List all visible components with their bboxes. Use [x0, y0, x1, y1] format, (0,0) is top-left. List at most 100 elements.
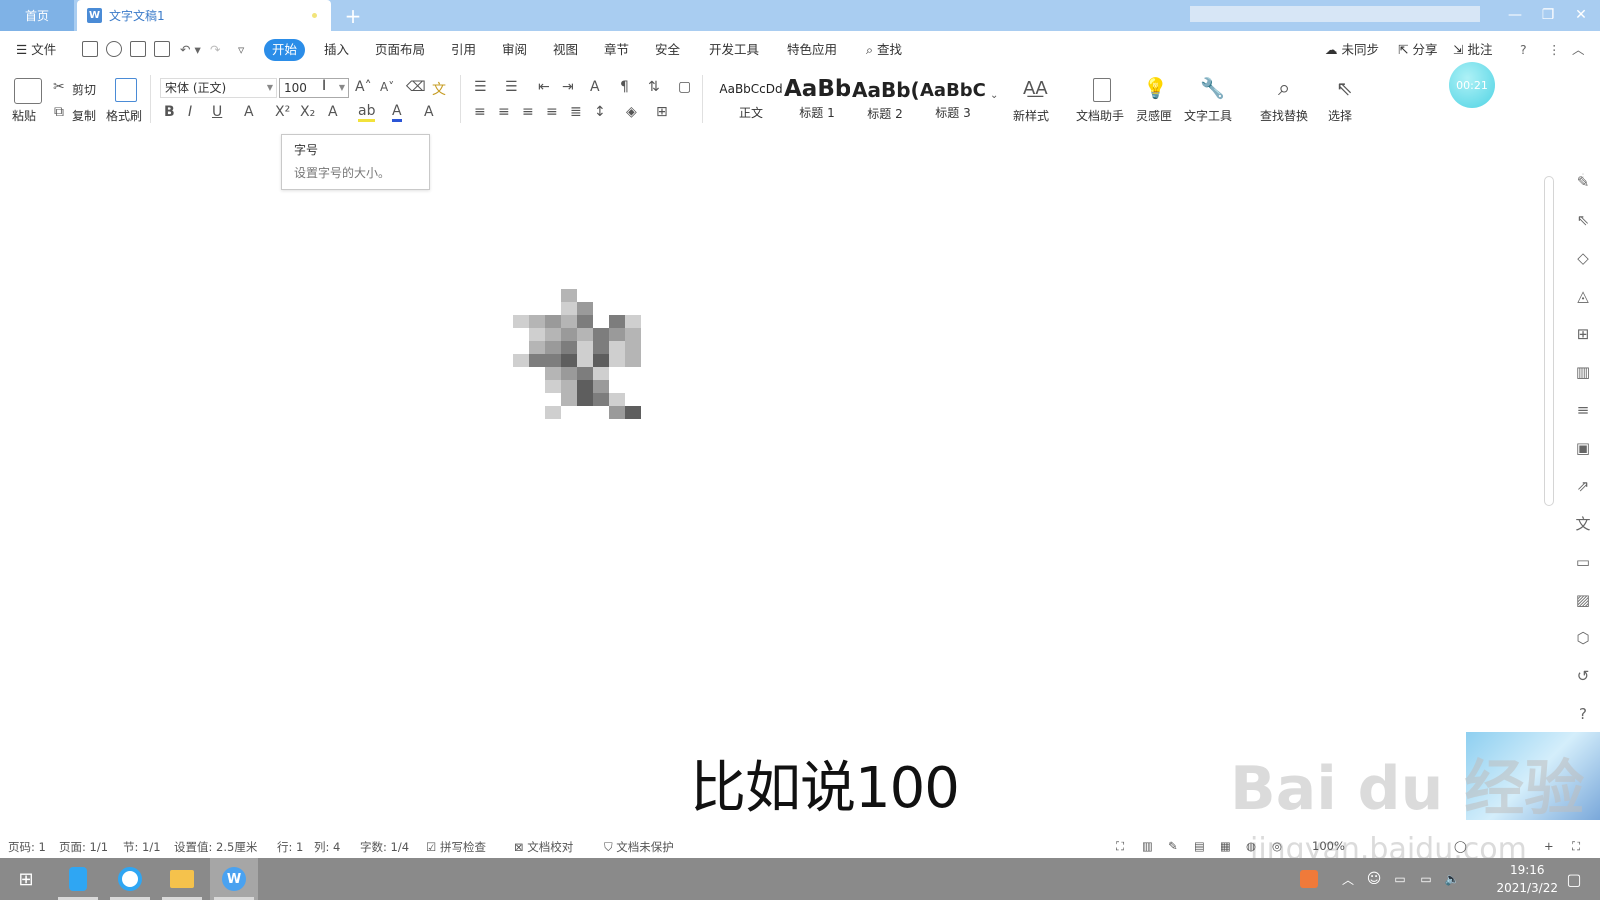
more-icon[interactable]: ⋮	[1548, 39, 1561, 61]
sort-icon[interactable]: ⇅	[648, 79, 660, 95]
outline-view-icon[interactable]: ▦	[1220, 839, 1231, 853]
text-effect-icon[interactable]: A	[328, 104, 338, 120]
zoom-in-icon[interactable]: +	[1544, 839, 1554, 853]
status-pages[interactable]: 页面: 1/1	[59, 839, 108, 855]
doc-check-button[interactable]: ⊠ 文档校对	[514, 839, 573, 855]
numbered-list-icon[interactable]: ☰	[505, 79, 518, 95]
border-icon[interactable]: ▢	[678, 79, 691, 95]
increase-indent-icon[interactable]: ⇥	[562, 79, 574, 95]
file-menu[interactable]: ☰ 文件	[16, 39, 56, 61]
border-menu-icon[interactable]: ⊞	[656, 104, 668, 120]
format-painter-button[interactable]: 格式刷	[106, 107, 142, 124]
shading-icon[interactable]: ◈	[626, 104, 637, 120]
align-right-icon[interactable]: ≡	[522, 104, 534, 120]
paste-label[interactable]: 粘贴	[12, 107, 36, 124]
zoom-level[interactable]: 100%	[1312, 839, 1345, 853]
pen-icon[interactable]: ✎	[1573, 172, 1593, 192]
tab-references[interactable]: 引用	[451, 39, 476, 61]
comment-button[interactable]: ⇲ 批注	[1453, 39, 1492, 61]
battery-icon[interactable]: ▭	[1388, 858, 1412, 900]
export-icon[interactable]: ⇗	[1573, 476, 1593, 496]
help-circle-icon[interactable]: ?	[1573, 704, 1593, 724]
browser-app-icon[interactable]	[106, 858, 154, 900]
eraser-icon[interactable]: ⌫	[406, 79, 426, 95]
volume-icon[interactable]: 🔈	[1440, 858, 1464, 900]
shapes-icon[interactable]: ◇	[1573, 248, 1593, 268]
strikethrough-icon[interactable]: A	[244, 104, 254, 120]
restore-button[interactable]: ❐	[1533, 4, 1563, 26]
print-preview-icon[interactable]	[154, 41, 170, 57]
shrink-font-icon[interactable]: A˅	[380, 80, 394, 94]
tab-developer[interactable]: 开发工具	[709, 39, 759, 61]
bold-icon[interactable]: B	[164, 104, 175, 120]
show-marks-icon[interactable]: ¶	[620, 79, 629, 95]
fit-page-icon[interactable]: ⛶	[1572, 839, 1580, 854]
zoom-slider-knob[interactable]: ◯	[1454, 839, 1467, 853]
input-method-icon[interactable]	[1294, 858, 1324, 900]
export-pdf-icon[interactable]	[106, 41, 122, 57]
justify-icon[interactable]: ≡	[546, 104, 558, 120]
grid-icon[interactable]: ⊞	[1573, 324, 1593, 344]
tray-expand-icon[interactable]: ︿	[1336, 858, 1360, 900]
tab-page-layout[interactable]: 页面布局	[375, 39, 425, 61]
eye-protect-icon[interactable]: ◎	[1272, 839, 1282, 853]
tab-security[interactable]: 安全	[655, 39, 680, 61]
share-button[interactable]: ⇱ 分享	[1398, 39, 1437, 61]
tab-chapter[interactable]: 章节	[604, 39, 629, 61]
vertical-scrollbar[interactable]	[1544, 176, 1554, 506]
style-heading-2[interactable]: AaBb( 标题 2	[852, 76, 918, 124]
line-spacing-icon[interactable]: ↕	[594, 104, 606, 120]
fullscreen-icon[interactable]: ⛶	[1116, 839, 1124, 854]
status-word-count[interactable]: 字数: 1/4	[360, 839, 409, 855]
bullet-list-icon[interactable]: ☰	[474, 79, 487, 95]
image-icon[interactable]: ▣	[1573, 438, 1593, 458]
quick-access-more[interactable]: ▿	[238, 39, 244, 61]
network-icon[interactable]: ▭	[1414, 858, 1438, 900]
archive-icon[interactable]: ▭	[1573, 552, 1593, 572]
collapse-ribbon-icon[interactable]: ︿	[1572, 39, 1585, 61]
tab-view[interactable]: 视图	[553, 39, 578, 61]
close-button[interactable]: ✕	[1566, 4, 1596, 26]
timer-badge[interactable]: 00:21	[1449, 62, 1495, 108]
new-style-button[interactable]: 新样式	[1013, 107, 1049, 124]
backup-icon[interactable]: ⬡	[1573, 628, 1593, 648]
tab-review[interactable]: 审阅	[502, 39, 527, 61]
styles-more-icon[interactable]: ⌄	[990, 90, 998, 101]
chinese-layout-icon[interactable]: A	[590, 79, 600, 95]
tab-start[interactable]: 开始	[264, 39, 306, 61]
text-tools-button[interactable]: 文字工具	[1184, 107, 1232, 124]
cut-button[interactable]: 剪切	[72, 81, 96, 98]
style-normal[interactable]: AaBbCcDd 正文	[718, 76, 784, 124]
tab-document[interactable]: W 文字文稿1	[77, 0, 331, 31]
picture-icon[interactable]: ▨	[1573, 590, 1593, 610]
redo-button[interactable]: ↷	[210, 39, 220, 61]
status-section[interactable]: 节: 1/1	[123, 839, 161, 855]
notification-icon[interactable]: ▢	[1554, 858, 1594, 900]
copy-button[interactable]: 复制	[72, 107, 96, 124]
doc-assistant-button[interactable]: 文档助手	[1076, 107, 1124, 124]
page-view-icon[interactable]: ▤	[1194, 839, 1205, 853]
subscript-icon[interactable]: X₂	[300, 104, 315, 120]
save-icon[interactable]	[82, 41, 98, 57]
write-mode-icon[interactable]: ✎	[1168, 839, 1178, 853]
layers-icon[interactable]: ◬	[1573, 286, 1593, 306]
read-mode-icon[interactable]: ▥	[1142, 839, 1153, 853]
bar-chart-icon[interactable]: ▥	[1573, 362, 1593, 382]
print-icon[interactable]	[130, 41, 146, 57]
file-explorer-icon[interactable]	[158, 858, 206, 900]
superscript-icon[interactable]: X²	[275, 104, 290, 120]
underline-icon[interactable]: U	[212, 104, 222, 120]
translate-icon[interactable]: 文	[1573, 514, 1593, 534]
sync-button[interactable]: ☁ 未同步	[1325, 39, 1379, 61]
system-clock[interactable]: 19:16 2021/3/22	[1496, 861, 1558, 897]
italic-icon[interactable]: I	[188, 104, 192, 120]
decrease-indent-icon[interactable]: ⇤	[538, 79, 550, 95]
align-left-icon[interactable]: ≡	[474, 104, 486, 120]
status-page-number[interactable]: 页码: 1	[8, 839, 46, 855]
minimize-button[interactable]: —	[1500, 4, 1530, 26]
sliders-icon[interactable]: ≡	[1573, 400, 1593, 420]
tab-features[interactable]: 特色应用	[787, 39, 837, 61]
distribute-icon[interactable]: ≣	[570, 104, 582, 120]
protection-button[interactable]: ⛉ 文档未保护	[604, 839, 674, 855]
web-view-icon[interactable]: ◍	[1246, 839, 1256, 853]
